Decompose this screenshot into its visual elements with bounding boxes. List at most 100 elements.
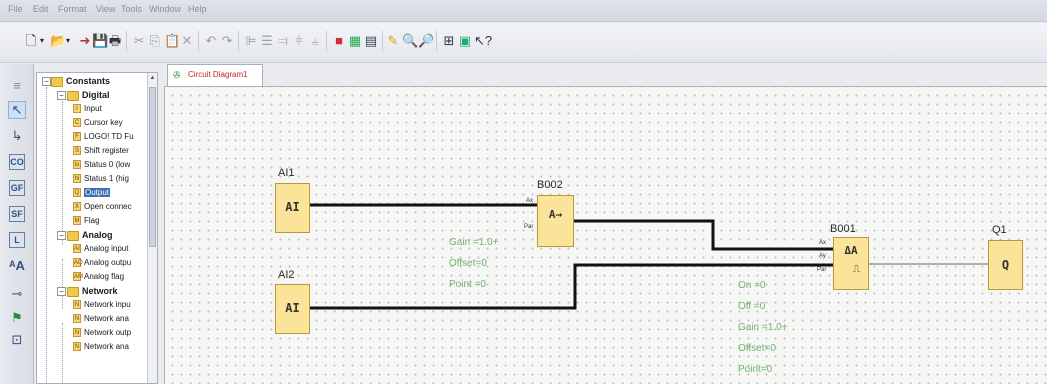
print-icon[interactable]: 🖶 bbox=[108, 33, 122, 49]
distribute-horizontal-icon[interactable]: ⫩ bbox=[292, 33, 306, 49]
tree-item-analog-flag[interactable]: AMAnalog flag bbox=[73, 270, 124, 284]
text-tool-icon[interactable]: ᴬA bbox=[9, 258, 25, 274]
connector-tool-icon[interactable]: ■ bbox=[332, 33, 346, 49]
zoom-in-icon[interactable]: 🔍 bbox=[402, 33, 418, 49]
folder-icon bbox=[67, 286, 79, 297]
connect-tool-icon[interactable]: ↳ bbox=[9, 128, 25, 144]
collapse-toggle[interactable]: − bbox=[57, 287, 66, 296]
block-b002-analog-amplifier[interactable]: A→ bbox=[537, 195, 574, 247]
menu-tools[interactable]: Tools bbox=[121, 4, 142, 14]
help-pointer-icon[interactable]: ↖? bbox=[474, 33, 492, 49]
undo-icon[interactable]: ↶ bbox=[204, 33, 218, 49]
block-b001-analog-differential-trigger[interactable]: ΔA ⎍ bbox=[833, 237, 869, 290]
folder-icon bbox=[67, 90, 79, 101]
b002-param-offset: Offset=0 bbox=[449, 258, 487, 269]
new-file-icon[interactable]: 🗋 bbox=[24, 33, 38, 49]
block-ai1[interactable]: AI bbox=[275, 183, 310, 233]
paste-icon[interactable]: 📋 bbox=[164, 33, 180, 49]
grid-icon[interactable]: ⊞ bbox=[442, 33, 456, 49]
tree-item-network-analog-output[interactable]: N Network ana bbox=[73, 340, 129, 354]
delete-icon[interactable]: ✕ bbox=[180, 33, 194, 49]
tree-item-logo-td[interactable]: F LOGO! TD Fu bbox=[73, 130, 134, 144]
zoom-out-icon[interactable]: 🔎 bbox=[418, 33, 434, 49]
layout-icon[interactable]: ▤ bbox=[364, 33, 378, 49]
open-folder-icon[interactable]: 📂 bbox=[50, 33, 66, 49]
tree-item-flag[interactable]: M Flag bbox=[73, 214, 100, 228]
cut-icon[interactable]: ✂ bbox=[132, 33, 146, 49]
tree-item-shift-register[interactable]: S Shift register bbox=[73, 144, 129, 158]
collapse-toggle[interactable]: − bbox=[57, 91, 66, 100]
tree-scrollbar[interactable]: ▲ bbox=[147, 73, 157, 383]
pin-ay: Ay bbox=[819, 253, 826, 259]
split-connection-icon[interactable]: ▦ bbox=[348, 33, 362, 49]
block-q1-output[interactable]: Q bbox=[988, 240, 1023, 290]
block-label-ai2: AI2 bbox=[278, 269, 295, 281]
folder-icon bbox=[67, 230, 79, 241]
menu-edit[interactable]: Edit bbox=[33, 4, 49, 14]
menu-bar: File Edit Format View Tools Window Help bbox=[0, 0, 1047, 22]
basic-functions-tool-icon[interactable]: GF bbox=[9, 180, 25, 196]
block-tool-icon[interactable]: L bbox=[9, 232, 25, 248]
toolbar-separator bbox=[436, 31, 437, 51]
status-high-icon: hi bbox=[73, 174, 81, 184]
menu-format[interactable]: Format bbox=[58, 4, 87, 14]
cut-connection-icon[interactable]: ⊸ bbox=[9, 286, 25, 302]
wire-b002-b001[interactable] bbox=[574, 219, 833, 251]
distribute-vertical-icon[interactable]: ⫨ bbox=[308, 33, 322, 49]
output-icon: Q bbox=[73, 188, 81, 198]
tree-item-analog-input[interactable]: AI Analog input bbox=[73, 242, 128, 256]
collapse-toggle[interactable]: − bbox=[57, 231, 66, 240]
toolbar: 🗋 ▾ 📂 ▾ ➜ 💾 🖶 ✂ ⎘ 📋 ✕ ↶ ↷ ⊫ ☰ ⫤ ⫩ ⫨ ■ ▦ … bbox=[0, 23, 1047, 63]
tree-item-cursor-key[interactable]: C Cursor key bbox=[73, 116, 123, 130]
new-dropdown-icon[interactable]: ▾ bbox=[38, 33, 46, 49]
scroll-thumb[interactable] bbox=[149, 87, 156, 247]
simulation-icon[interactable]: ▣ bbox=[458, 33, 472, 49]
tree-folder-network[interactable]: Network bbox=[67, 284, 118, 298]
menu-view[interactable]: View bbox=[96, 4, 115, 14]
menu-help[interactable]: Help bbox=[188, 4, 207, 14]
network-analog-input-icon: N bbox=[73, 314, 81, 324]
tab-circuit-diagram[interactable]: ✇ Circuit Diagram1 bbox=[167, 64, 263, 86]
network-input-icon: N bbox=[73, 300, 81, 310]
pencil-icon[interactable]: ✎ bbox=[386, 33, 400, 49]
copy-icon[interactable]: ⎘ bbox=[148, 33, 162, 49]
transfer-icon[interactable]: ➜ bbox=[78, 33, 92, 49]
save-icon[interactable]: 💾 bbox=[92, 33, 108, 49]
scroll-up-icon[interactable]: ▲ bbox=[149, 75, 156, 81]
align-left-icon[interactable]: ⊫ bbox=[244, 33, 258, 49]
redo-icon[interactable]: ↷ bbox=[220, 33, 234, 49]
tree-item-network-analog-input[interactable]: N Network ana bbox=[73, 312, 129, 326]
menu-window[interactable]: Window bbox=[149, 4, 181, 14]
tree-item-status-0[interactable]: lo Status 0 (low bbox=[73, 158, 130, 172]
tree-guide-line bbox=[62, 323, 63, 383]
simulation-tool-icon[interactable]: ⚑ bbox=[9, 310, 25, 326]
network-analog-output-icon: N bbox=[73, 342, 81, 352]
block-label-ai1: AI1 bbox=[278, 167, 295, 179]
tree-item-network-input[interactable]: N Network inpu bbox=[73, 298, 131, 312]
circuit-canvas[interactable]: AI1 AI AI2 AI B002 Ax Par A→ B001 Ax Ay … bbox=[164, 86, 1047, 384]
tree-item-input[interactable]: I Input bbox=[73, 102, 102, 116]
tree-item-network-output[interactable]: N Network outp bbox=[73, 326, 131, 340]
block-text: A→ bbox=[548, 208, 563, 221]
flag-icon: M bbox=[73, 216, 81, 226]
selection-tool-icon[interactable]: ↖ bbox=[8, 101, 26, 119]
open-dropdown-icon[interactable]: ▾ bbox=[64, 33, 72, 49]
block-ai2[interactable]: AI bbox=[275, 284, 310, 334]
align-center-icon[interactable]: ☰ bbox=[260, 33, 274, 49]
tree-item-open-connector[interactable]: X Open connec bbox=[73, 200, 132, 214]
tree-folder-analog[interactable]: Analog bbox=[67, 228, 113, 242]
online-test-icon[interactable]: ⊡ bbox=[9, 332, 25, 348]
tree-item-analog-output[interactable]: AQAnalog outpu bbox=[73, 256, 131, 270]
tree-item-output[interactable]: Q Output bbox=[73, 186, 111, 200]
analog-input-icon: AI bbox=[73, 244, 81, 254]
panel-icon[interactable]: ≡ bbox=[9, 78, 25, 94]
tree-folder-constants[interactable]: Constants bbox=[51, 74, 110, 88]
tree-item-status-1[interactable]: hi Status 1 (hig bbox=[73, 172, 129, 186]
tree-folder-digital[interactable]: Digital bbox=[67, 88, 110, 102]
pin-par: Par bbox=[817, 267, 827, 273]
align-right-icon[interactable]: ⫤ bbox=[276, 33, 290, 49]
constants-tool-icon[interactable]: CO bbox=[9, 154, 25, 170]
collapse-toggle[interactable]: − bbox=[42, 77, 51, 86]
menu-file[interactable]: File bbox=[8, 4, 23, 14]
special-functions-tool-icon[interactable]: SF bbox=[9, 206, 25, 222]
